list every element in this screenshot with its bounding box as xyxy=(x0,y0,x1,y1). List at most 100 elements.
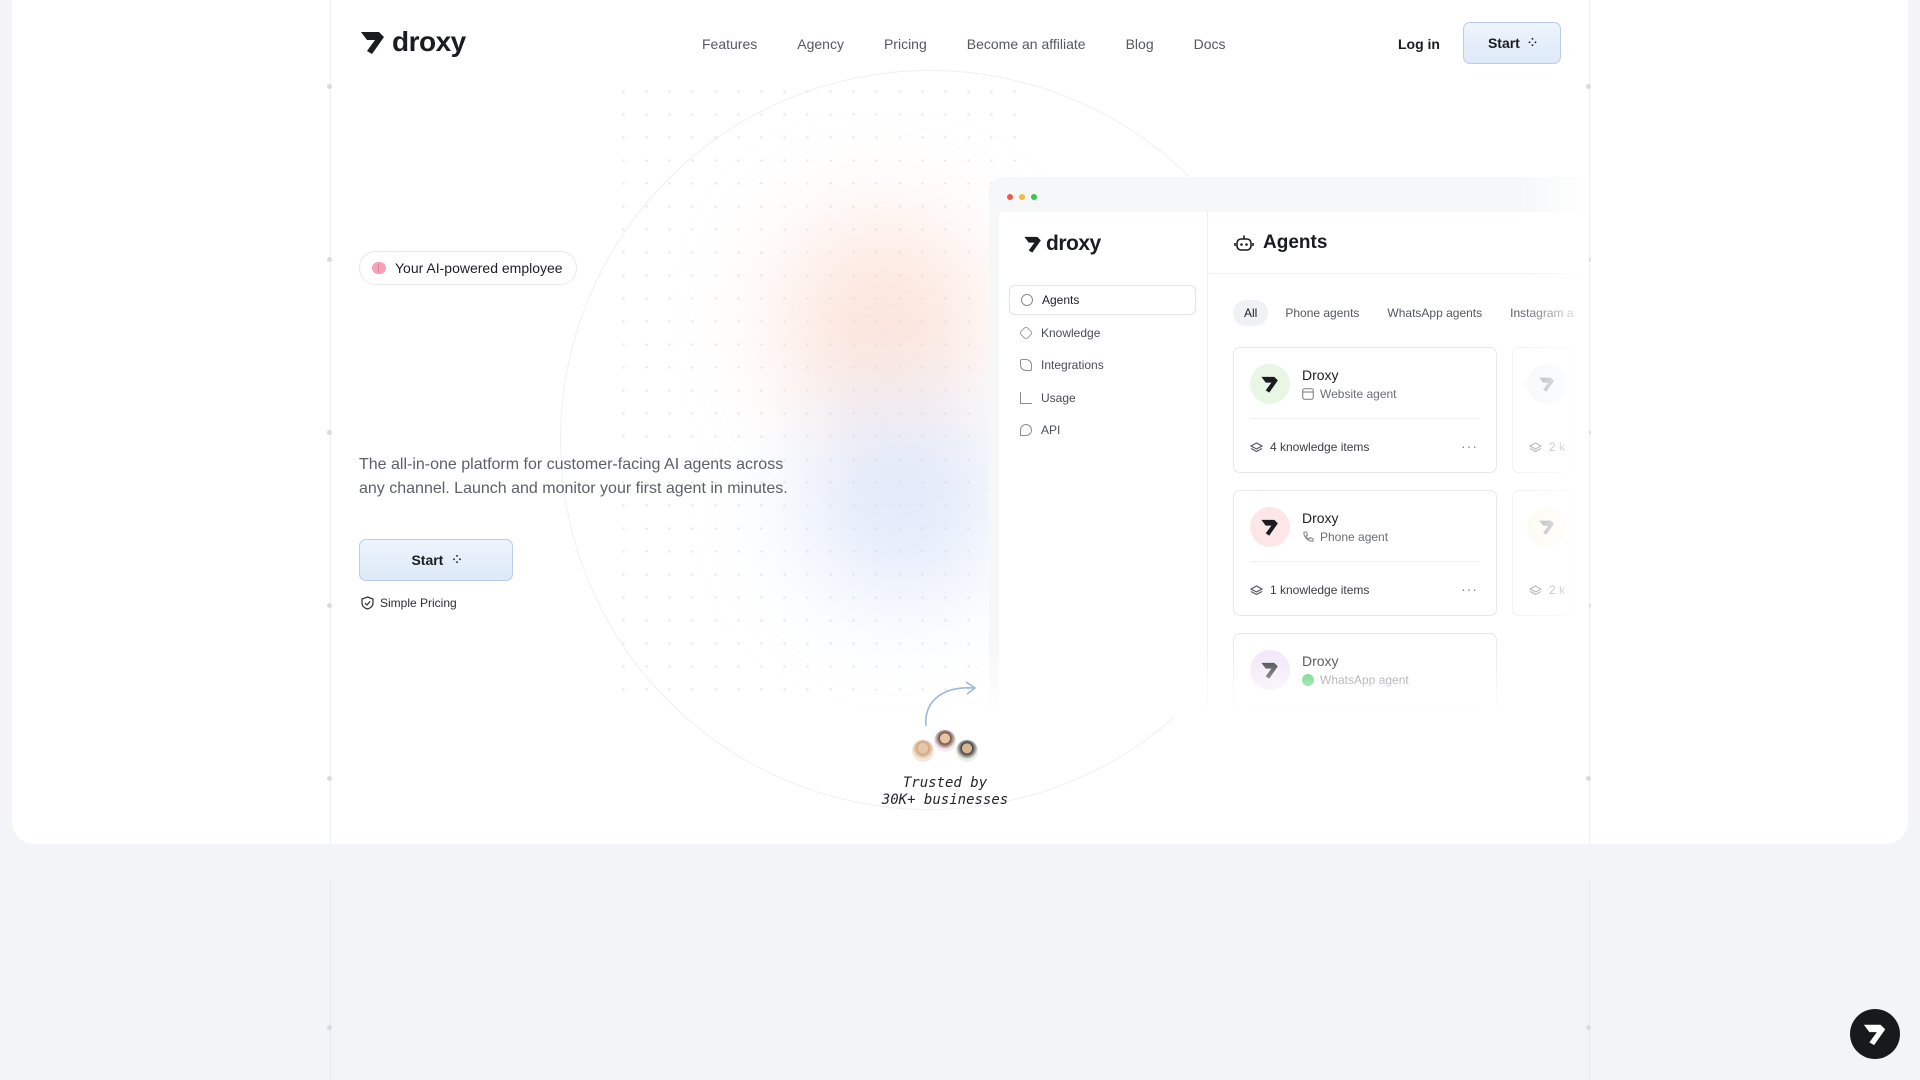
sidebar-item-label: Usage xyxy=(1041,391,1076,405)
key-icon xyxy=(1020,424,1032,436)
agent-card-partial[interactable]: 2 k xyxy=(1512,347,1572,473)
agent-name: Droxy xyxy=(1302,510,1339,526)
sidebar-item-agents[interactable]: Agents xyxy=(1009,285,1196,315)
robot-icon xyxy=(1021,294,1033,306)
nav-docs[interactable]: Docs xyxy=(1194,36,1226,52)
guide-dot xyxy=(327,84,332,89)
guide-dot xyxy=(1586,1025,1591,1030)
guide-dot xyxy=(1586,776,1591,781)
divider xyxy=(1209,273,1589,274)
start-button-nav[interactable]: Start ⁘ xyxy=(1463,22,1561,64)
filter-whatsapp-agents[interactable]: WhatsApp agents xyxy=(1376,300,1493,326)
shield-check-icon xyxy=(361,596,374,610)
guide-line xyxy=(1589,0,1590,844)
hero-badge-text: Your AI-powered employee xyxy=(395,260,563,276)
agents-header: Agents xyxy=(1234,232,1327,254)
close-dot-icon xyxy=(1007,194,1013,200)
maximize-dot-icon xyxy=(1031,194,1037,200)
login-link[interactable]: Log in xyxy=(1398,36,1440,52)
agent-type: Phone agent xyxy=(1302,530,1388,544)
app-shell: droxy Agents Knowledge Integrations Usag… xyxy=(999,212,1589,717)
start-button-label: Start xyxy=(1487,35,1520,51)
minimize-dot-icon xyxy=(1019,194,1025,200)
agent-avatar xyxy=(1527,364,1567,404)
droxy-logo-icon xyxy=(1539,377,1555,392)
droxy-logo-icon xyxy=(1261,662,1278,679)
sidebar-item-label: API xyxy=(1041,423,1061,437)
filter-instagram-agents[interactable]: Instagram a xyxy=(1499,300,1584,326)
nav-affiliate[interactable]: Become an affiliate xyxy=(967,36,1086,52)
app-preview-window: droxy Agents Knowledge Integrations Usag… xyxy=(989,177,1589,717)
sidebar-item-api[interactable]: API xyxy=(1009,415,1196,445)
chart-icon xyxy=(1020,392,1032,404)
guide-dot xyxy=(327,257,332,262)
nav-agency[interactable]: Agency xyxy=(797,36,844,52)
agent-filter-tabs: All Phone agents WhatsApp agents Instagr… xyxy=(1233,300,1585,326)
divider xyxy=(1250,561,1480,562)
filter-all[interactable]: All xyxy=(1233,300,1269,326)
brain-icon xyxy=(372,262,386,274)
app-brand-name: droxy xyxy=(1046,232,1101,255)
puzzle-icon xyxy=(1020,359,1032,371)
guide-dot xyxy=(327,603,332,608)
filter-phone-agents[interactable]: Phone agents xyxy=(1274,300,1370,326)
knowledge-count: 2 k xyxy=(1529,440,1565,454)
sidebar-item-label: Integrations xyxy=(1041,358,1104,372)
simple-pricing-note[interactable]: Simple Pricing xyxy=(361,596,457,610)
agent-type-label: WhatsApp agent xyxy=(1320,673,1409,687)
sidebar-item-integrations[interactable]: Integrations xyxy=(1009,350,1196,380)
knowledge-count-label: 1 knowledge items xyxy=(1270,583,1370,597)
agents-pane: Agents All Phone agents WhatsApp agents … xyxy=(1209,212,1589,717)
droxy-logo-icon xyxy=(1539,520,1555,535)
layers-icon xyxy=(1250,441,1263,452)
nav-blog[interactable]: Blog xyxy=(1126,36,1154,52)
guide-dot xyxy=(1586,84,1591,89)
trusted-by-caption: Trusted by 30K+ businesses xyxy=(862,775,1028,809)
knowledge-count: 1 knowledge items xyxy=(1250,583,1369,597)
agent-avatar xyxy=(1250,507,1290,547)
sparkle-icon: ⁘ xyxy=(1527,36,1537,49)
app-sidebar: droxy Agents Knowledge Integrations Usag… xyxy=(999,212,1208,717)
agent-name: Droxy xyxy=(1302,367,1339,383)
sidebar-item-knowledge[interactable]: Knowledge xyxy=(1009,318,1196,348)
agent-avatar xyxy=(1527,507,1567,547)
droxy-logo-icon xyxy=(1024,236,1041,253)
sidebar-item-label: Agents xyxy=(1042,293,1080,307)
sidebar-item-label: Knowledge xyxy=(1041,326,1101,340)
agent-card[interactable]: Droxy Phone agent 1 knowledge items ··· xyxy=(1233,490,1497,616)
sidebar-item-usage[interactable]: Usage xyxy=(1009,383,1196,413)
hero-badge: Your AI-powered employee xyxy=(359,251,577,285)
agent-card-partial[interactable]: 2 k xyxy=(1512,490,1572,616)
brand-logo[interactable]: droxy xyxy=(359,26,466,58)
customer-avatars xyxy=(910,728,980,768)
divider xyxy=(1250,418,1480,419)
more-options-icon[interactable]: ··· xyxy=(1461,438,1478,454)
browser-icon xyxy=(1302,388,1314,400)
nav-features[interactable]: Features xyxy=(702,36,757,52)
nav-pricing[interactable]: Pricing xyxy=(884,36,927,52)
agent-avatar xyxy=(1250,650,1290,690)
droxy-logo-icon xyxy=(361,32,384,54)
brand-name: droxy xyxy=(392,26,466,57)
agent-card[interactable]: Droxy WhatsApp agent xyxy=(1233,633,1497,717)
whatsapp-icon xyxy=(1302,674,1314,686)
agent-card[interactable]: Droxy Website agent 4 knowledge items ··… xyxy=(1233,347,1497,473)
window-controls xyxy=(1007,194,1037,200)
more-options-icon[interactable]: ··· xyxy=(1461,581,1478,597)
start-button-hero[interactable]: Start ⁘ xyxy=(359,539,513,581)
layers-icon xyxy=(1250,584,1263,595)
agent-type: WhatsApp agent xyxy=(1302,673,1409,687)
guide-dot xyxy=(327,776,332,781)
layers-icon xyxy=(1529,584,1542,595)
layers-icon xyxy=(1018,325,1034,341)
droxy-logo-icon xyxy=(1863,1024,1886,1046)
chat-widget-button[interactable] xyxy=(1850,1009,1900,1059)
divider xyxy=(1250,704,1480,705)
decor-glow xyxy=(802,400,1002,600)
avatar xyxy=(954,738,980,764)
agent-type: Website agent xyxy=(1302,387,1397,401)
trusted-line-2: 30K+ businesses xyxy=(881,792,1009,808)
trusted-line-1: Trusted by xyxy=(902,775,988,791)
knowledge-count: 2 k xyxy=(1529,583,1565,597)
simple-pricing-label: Simple Pricing xyxy=(380,596,457,610)
